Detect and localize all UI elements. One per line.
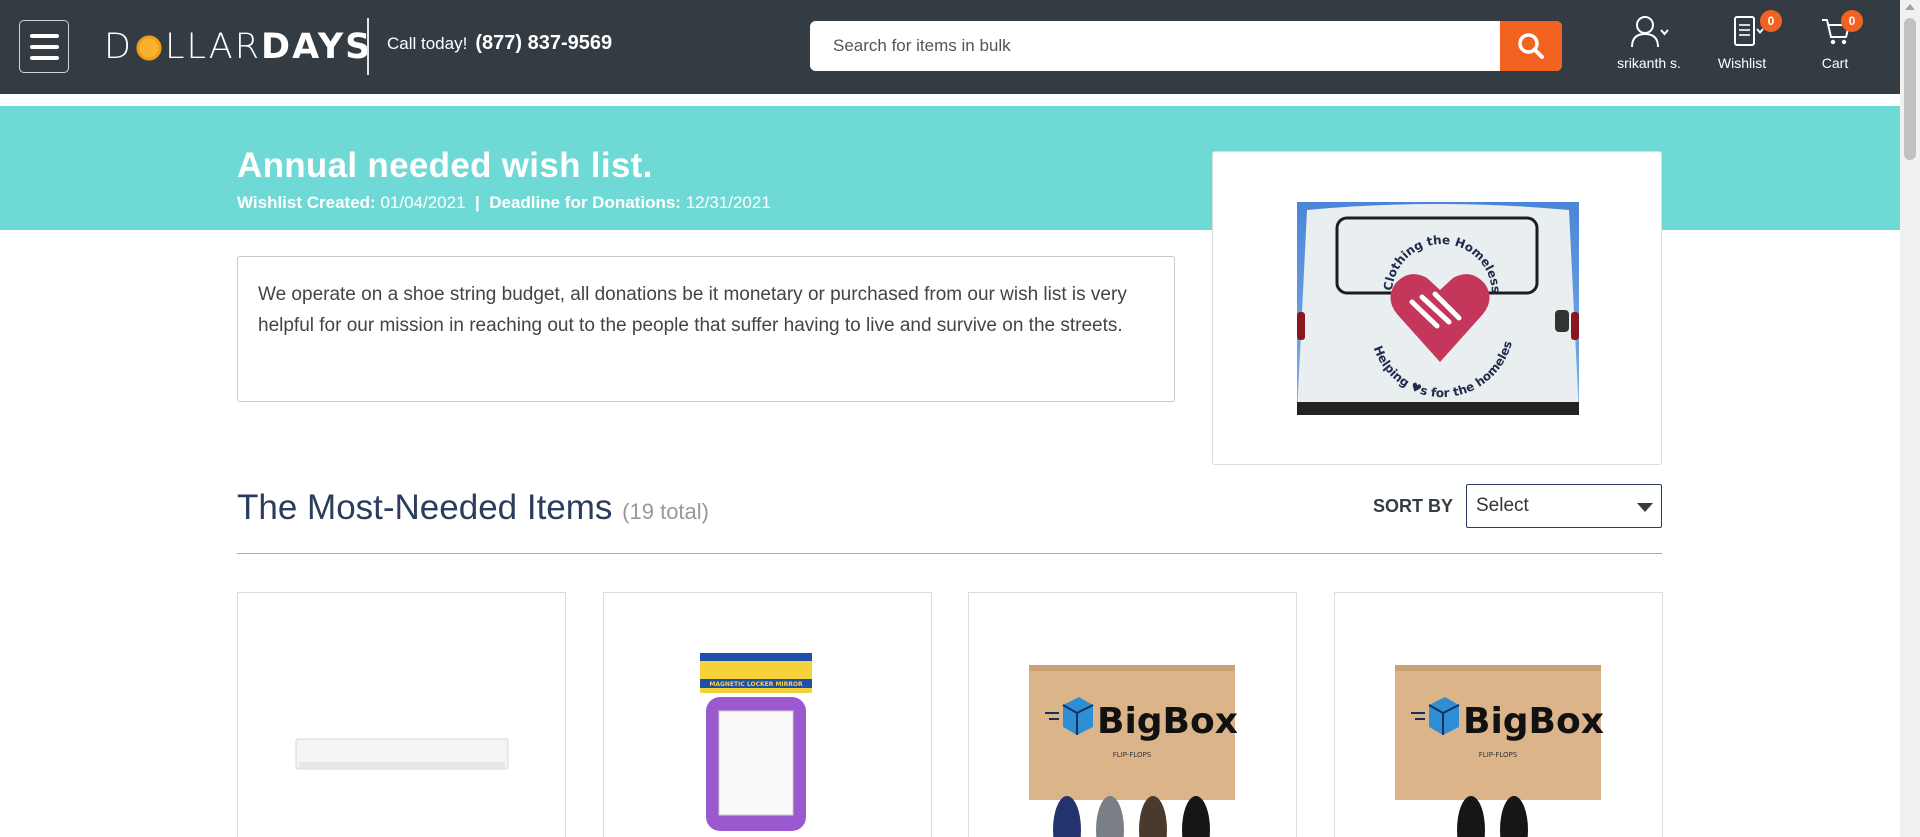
user-icon bbox=[1631, 16, 1669, 48]
search-input[interactable] bbox=[810, 21, 1500, 71]
wishlist-description: We operate on a shoe string budget, all … bbox=[237, 256, 1175, 402]
bigbox-subtitle: FLIP-FLOPS bbox=[1113, 751, 1152, 759]
mirror-package-label: MAGNETIC LOCKER MIRROR bbox=[709, 681, 803, 688]
menu-bar bbox=[29, 44, 59, 49]
sort-by-select[interactable]: Select bbox=[1466, 484, 1662, 528]
wishlist-clipboard-icon bbox=[1734, 16, 1764, 46]
sort-selected-value: Select bbox=[1476, 495, 1529, 516]
search-icon bbox=[1518, 33, 1544, 59]
search-button[interactable] bbox=[1500, 21, 1562, 71]
caret-down-icon bbox=[1637, 503, 1653, 512]
bigbox-flip-flops-image: BigBox FLIP-FLOPS bbox=[1395, 665, 1603, 837]
bigbox-brand: BigBox bbox=[1097, 701, 1237, 742]
section-title-text: The Most-Needed Items bbox=[237, 488, 613, 527]
user-name: srikanth s. bbox=[1617, 55, 1681, 71]
search-bar bbox=[810, 21, 1562, 71]
created-label: Wishlist Created: bbox=[237, 193, 376, 212]
created-date: 01/04/2021 bbox=[380, 193, 466, 212]
deadline-date: 12/31/2021 bbox=[685, 193, 771, 212]
product-card[interactable]: MAGNETIC LOCKER MIRROR bbox=[603, 592, 932, 837]
sort-by-label: SORT BY bbox=[1373, 496, 1454, 516]
cart-link[interactable]: 0 Cart bbox=[1805, 10, 1865, 71]
site-header: D LLAR DAYS Call today! (877) 837-9569 s… bbox=[0, 0, 1900, 94]
chevron-down-icon bbox=[1660, 29, 1669, 36]
white-strip-product-image bbox=[295, 738, 509, 770]
call-label: Call today! bbox=[387, 34, 468, 53]
cart-label: Cart bbox=[1821, 55, 1849, 71]
bigbox-subtitle: FLIP-FLOPS bbox=[1479, 751, 1518, 759]
call-info: Call today! (877) 837-9569 bbox=[387, 32, 612, 55]
dollardays-logo[interactable]: D LLAR DAYS bbox=[104, 27, 372, 67]
wishlist-count-badge: 0 bbox=[1760, 10, 1782, 32]
scrollbar-thumb[interactable] bbox=[1904, 18, 1916, 160]
menu-bar bbox=[29, 33, 59, 38]
account-menu[interactable]: srikanth s. bbox=[1612, 14, 1686, 71]
magnetic-locker-mirror-image: MAGNETIC LOCKER MIRROR bbox=[700, 653, 812, 831]
hamburger-menu-button[interactable] bbox=[19, 20, 69, 73]
logo-divider bbox=[367, 18, 369, 75]
bigbox-flip-flops-image: BigBox FLIP-FLOPS bbox=[1029, 665, 1237, 837]
product-card[interactable]: BigBox FLIP-FLOPS bbox=[968, 592, 1297, 837]
product-card[interactable] bbox=[237, 592, 566, 837]
section-divider bbox=[237, 553, 1662, 554]
organization-image-card: Clothing the Homeless.org Helping ♥s for… bbox=[1212, 151, 1662, 465]
wishlist-title: Annual needed wish list. bbox=[237, 146, 653, 185]
cart-count-badge: 0 bbox=[1841, 10, 1863, 32]
wishlist-link[interactable]: 0 Wishlist bbox=[1712, 10, 1782, 71]
meta-separator: | bbox=[475, 193, 480, 212]
product-card[interactable]: BigBox FLIP-FLOPS bbox=[1334, 592, 1663, 837]
wishlist-label: Wishlist bbox=[1717, 55, 1767, 71]
phone-number-link[interactable]: (877) 837-9569 bbox=[475, 32, 612, 55]
deadline-label: Deadline for Donations: bbox=[489, 193, 681, 212]
bigbox-brand: BigBox bbox=[1463, 701, 1603, 742]
page-scrollbar[interactable] bbox=[1900, 0, 1920, 837]
sun-icon bbox=[133, 33, 164, 63]
menu-bar bbox=[29, 55, 59, 60]
organization-van-photo: Clothing the Homeless.org Helping ♥s for… bbox=[1297, 202, 1579, 415]
scroll-up-arrow-icon[interactable] bbox=[1905, 4, 1915, 10]
section-title: The Most-Needed Items (19 total) bbox=[237, 488, 709, 528]
wishlist-dates: Wishlist Created: 01/04/2021 | Deadline … bbox=[237, 193, 771, 213]
section-count: (19 total) bbox=[622, 499, 709, 524]
